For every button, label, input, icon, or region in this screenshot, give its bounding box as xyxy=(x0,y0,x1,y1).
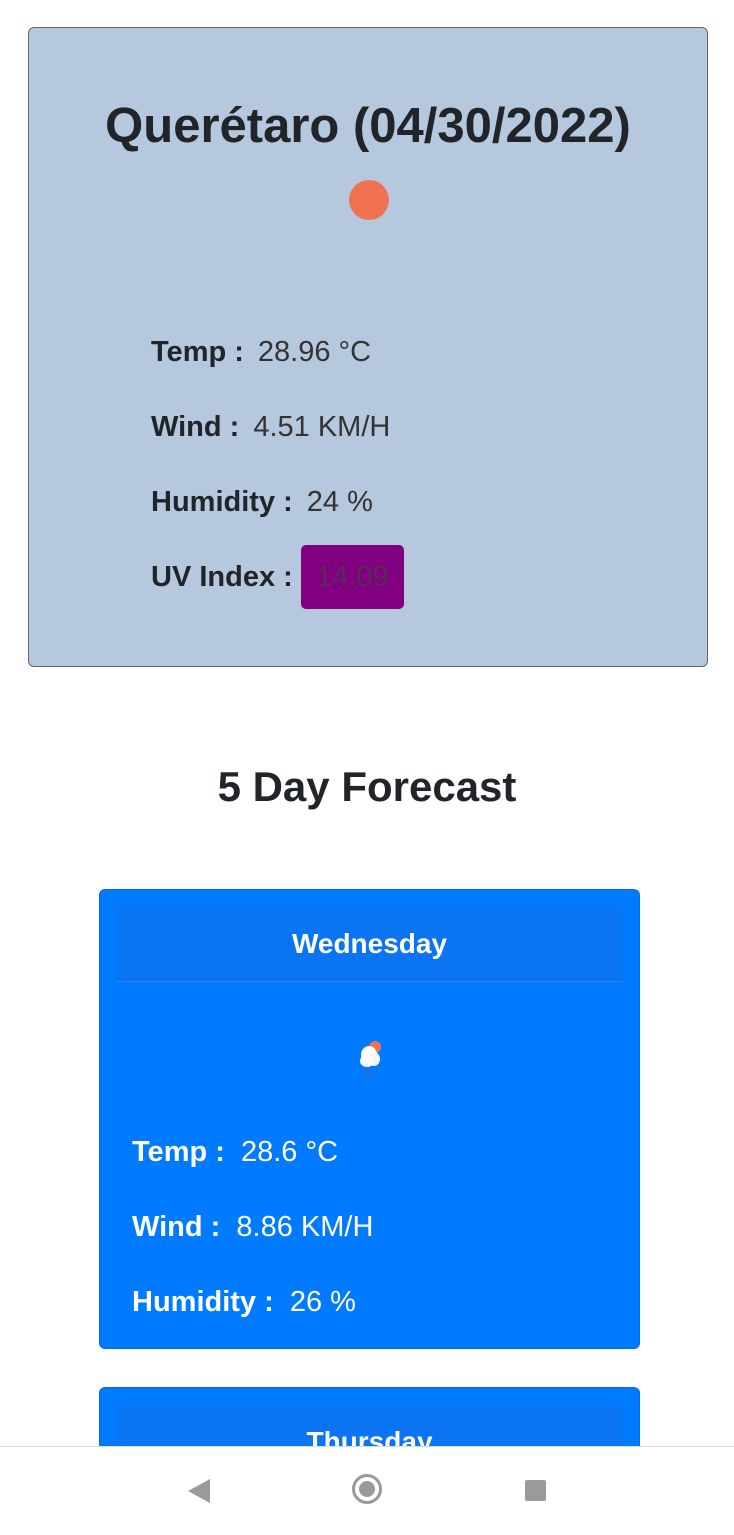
forecast-heading: 5 Day Forecast xyxy=(217,763,517,810)
temp-value: 28.96 °C xyxy=(257,336,372,368)
forecast-temp-row: Temp : 28.6 °C xyxy=(132,1136,338,1169)
forecast-humidity-label: Humidity : xyxy=(132,1286,274,1318)
current-humidity-row: Humidity : 24 % xyxy=(151,486,373,519)
forecast-card: Wednesday Temp : 28.6 °C Wind : 8.86 KM/… xyxy=(99,889,640,1349)
home-icon[interactable] xyxy=(352,1474,382,1504)
forecast-wind-row: Wind : 8.86 KM/H xyxy=(132,1211,373,1244)
recents-icon[interactable] xyxy=(525,1480,546,1501)
forecast-temp-value: 28.6 °C xyxy=(240,1136,339,1168)
humidity-value: 24 % xyxy=(306,486,373,518)
temp-label: Temp : xyxy=(151,336,244,368)
forecast-temp-label: Temp : xyxy=(132,1136,225,1168)
city-date-title: Querétaro (04/30/2022) xyxy=(105,99,631,153)
system-navigation-bar xyxy=(0,1446,734,1535)
forecast-wind-value: 8.86 KM/H xyxy=(236,1211,374,1243)
cloud-sun-rain-icon xyxy=(360,1041,381,1082)
current-wind-row: Wind : 4.51 KM/H xyxy=(151,411,390,444)
sun-icon xyxy=(349,180,389,220)
current-uv-row: UV Index : 14.09 xyxy=(151,545,404,609)
forecast-day-header: Wednesday xyxy=(117,907,622,982)
current-temp-row: Temp : 28.96 °C xyxy=(151,336,371,369)
forecast-humidity-value: 26 % xyxy=(289,1286,356,1318)
uv-label: UV Index : xyxy=(151,560,293,593)
wind-label: Wind : xyxy=(151,411,240,443)
back-icon[interactable] xyxy=(188,1479,210,1503)
uv-index-badge: 14.09 xyxy=(300,545,404,609)
forecast-humidity-row: Humidity : 26 % xyxy=(132,1286,356,1319)
current-weather-card: Querétaro (04/30/2022) Temp : 28.96 °C W… xyxy=(28,27,708,667)
humidity-label: Humidity : xyxy=(151,486,293,518)
forecast-wind-label: Wind : xyxy=(132,1211,221,1243)
wind-value: 4.51 KM/H xyxy=(253,411,391,443)
